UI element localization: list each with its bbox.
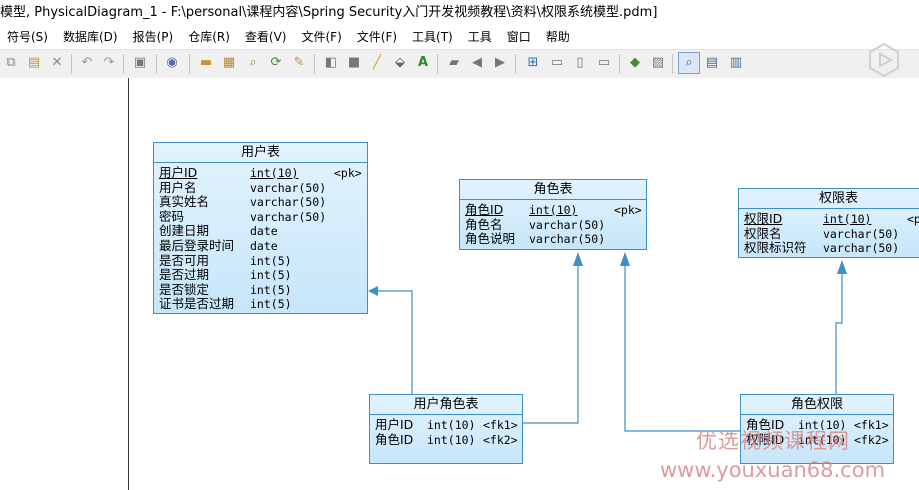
table-role-title: 角色表 — [460, 180, 646, 200]
table-permission-title: 权限表 — [739, 189, 919, 209]
table-row: 角色ID int(10) <fk2> — [375, 431, 518, 447]
table-row: 真实姓名 varchar(50) — [159, 194, 327, 210]
table-user[interactable]: 用户表 用户ID int(10) <pk> 用户名 varchar(50) 真实姓名 v… — [153, 142, 368, 314]
table-user-role-title: 用户角色表 — [370, 395, 522, 415]
connector-userrole-role — [522, 260, 579, 424]
table-row: 角色ID int(10) <pk> — [465, 202, 642, 217]
table-row: 最后登录时间 date — [159, 237, 278, 253]
table-row: 是否可用 int(5) — [159, 252, 292, 268]
table-row: 密码 varchar(50) — [159, 208, 327, 224]
arrow-to-permission — [837, 260, 847, 274]
arrow-to-role-1 — [573, 252, 583, 266]
table-row: 权限名 varchar(50) — [744, 225, 900, 241]
table-user-role[interactable]: 用户角色表 用户ID int(10) <fk1> 角色ID int(10) <fk2> — [369, 394, 523, 464]
watermark-text: 优选视频课程网 — [696, 429, 850, 453]
table-row: 是否锁定 int(5) — [159, 281, 292, 297]
arrow-to-role-2 — [620, 252, 630, 266]
connector-roleperm-permission — [835, 268, 843, 394]
table-row: 用户ID int(10) <pk> — [159, 165, 362, 180]
table-permission[interactable]: 权限表 权限ID int(10) <p 权限名 varchar(50) 权限标识符 va… — [738, 188, 919, 258]
connector-userrole-user — [372, 290, 413, 394]
table-row: 角色说明 varchar(50) — [465, 231, 606, 247]
table-row: 角色名 varchar(50) — [465, 216, 606, 232]
table-row: 权限ID int(10) <p — [744, 211, 919, 226]
arrow-to-user — [368, 286, 378, 296]
table-row: 权限标识符 varchar(50) — [744, 240, 900, 256]
watermark-url: www.youxuan68.com — [660, 458, 886, 482]
table-row: 证书是否过期 int(5) — [159, 296, 292, 312]
table-row: 用户名 varchar(50) — [159, 179, 327, 195]
table-row: 是否过期 int(5) — [159, 267, 292, 283]
table-role-permission-title: 角色权限 — [741, 395, 893, 415]
table-role[interactable]: 角色表 角色ID int(10) <pk> 角色名 varchar(50) 角色说明 v… — [459, 179, 647, 250]
table-user-title: 用户表 — [154, 143, 367, 163]
table-row: 创建日期 date — [159, 223, 278, 239]
table-row: 用户ID int(10) <fk1> — [375, 417, 518, 432]
connector-roleperm-role — [624, 260, 741, 432]
